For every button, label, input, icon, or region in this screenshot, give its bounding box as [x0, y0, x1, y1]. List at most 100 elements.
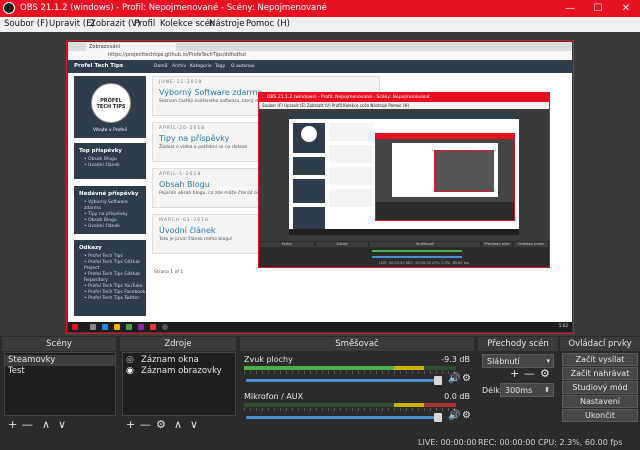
- mixer-channel-name: Mikrofon / AUX: [244, 392, 304, 401]
- source-down-button[interactable]: ∨: [190, 419, 198, 431]
- windows-taskbar: 5:02: [68, 322, 572, 332]
- spin-arrows-icon[interactable]: ⬍: [544, 384, 550, 397]
- speaker-icon[interactable]: 🔊: [448, 373, 460, 384]
- transitions-header: Přechody scén: [478, 337, 558, 351]
- mixer-volume-fill: [246, 416, 434, 419]
- mixer-volume-slider[interactable]: [246, 413, 442, 422]
- window-titlebar: OBS 21.1.2 (windows) - Profil: Nepojmeno…: [0, 0, 640, 17]
- source-up-button[interactable]: ∧: [174, 419, 182, 431]
- transition-select[interactable]: Slábnutí ▾: [482, 354, 554, 368]
- source-item[interactable]: ◎ Záznam okna: [123, 355, 235, 366]
- nested-dock-header: Přechody scén: [482, 242, 512, 247]
- taskbar-app-icon: [138, 324, 144, 330]
- post-excerpt: Žádost o videa a potřební se na doteze: [159, 145, 248, 150]
- post-title: Tipy na příspěvky: [159, 134, 230, 143]
- remove-transition-button[interactable]: —: [524, 368, 535, 380]
- studio-mode-button[interactable]: Studiový mód: [562, 381, 638, 394]
- blog-links-title: Odkazy: [79, 245, 102, 251]
- cpu-status: CPU: 2.3%, 60.00 fps: [538, 438, 623, 447]
- exit-button[interactable]: Ukončit: [562, 409, 638, 422]
- blog-brand: Profel Tech Tips: [74, 63, 124, 69]
- add-scene-button[interactable]: +: [8, 419, 17, 431]
- blog-top-post: Obsah Blogu: [88, 157, 117, 162]
- menu-file[interactable]: Soubor (F): [4, 19, 48, 29]
- maximize-button[interactable]: ☐: [584, 0, 612, 17]
- mixer-volume-fill: [246, 379, 434, 382]
- gear-icon[interactable]: ⚙: [462, 373, 471, 384]
- mixer-scale: [244, 408, 456, 411]
- blog-top-post: Úvodní článek: [88, 163, 120, 168]
- blog-logo-card: PROFEL TECH TIPS Vítejte v Profeli: [74, 76, 146, 138]
- nested-preview: [259, 109, 549, 241]
- scene-item[interactable]: Test: [5, 366, 115, 377]
- taskbar-app-icon: [102, 324, 108, 330]
- blog-links-card: Odkazy • Profel Tech Tips • Profel Tech …: [74, 240, 146, 316]
- remove-scene-button[interactable]: —: [22, 419, 33, 431]
- mixer-scale: [244, 371, 456, 374]
- add-source-button[interactable]: +: [126, 419, 135, 431]
- blog-link: Profel Tech Tips GitHub Repository: [84, 272, 140, 283]
- browser-tab: Zobrazování: [86, 43, 176, 51]
- menu-edit[interactable]: Upravit (E): [49, 19, 95, 29]
- mixer-channel-db: 0.0 dB: [444, 392, 470, 401]
- taskbar-app-icon: [126, 324, 132, 330]
- post-excerpt: Toto je první článek mého blogu!: [159, 237, 233, 242]
- sources-list[interactable]: ◎ Záznam okna ◉ Záznam obrazovky: [122, 352, 236, 416]
- window-title: OBS 21.1.2 (windows) - Profil: Nepojmeno…: [20, 3, 327, 13]
- transition-select-value: Slábnutí: [487, 357, 520, 366]
- eye-slashed-icon[interactable]: ◎: [126, 355, 134, 366]
- start-streaming-button[interactable]: Začít vysílat: [562, 353, 638, 366]
- start-recording-button[interactable]: Začít nahrávat: [562, 367, 638, 380]
- scene-down-button[interactable]: ∨: [58, 419, 66, 431]
- gear-icon[interactable]: ⚙: [462, 410, 471, 421]
- minimize-button[interactable]: —: [556, 0, 584, 17]
- menu-tools[interactable]: Nástroje: [209, 19, 244, 29]
- blog-top-posts-card: Top příspěvky • Obsah Blogu • Úvodní člá…: [74, 143, 146, 179]
- source-settings-button[interactable]: ⚙: [156, 419, 166, 431]
- blog-link: Profel Tech Tips: [88, 254, 123, 259]
- mixer-volume-knob[interactable]: [434, 376, 442, 385]
- post-title: Výborný Software zdarma: [159, 88, 263, 97]
- menu-help[interactable]: Pomoc (H): [246, 19, 290, 29]
- transitions-dock: Přechody scén Slábnutí ▾ + — ⚙ Délka 300…: [478, 337, 558, 435]
- scenes-dock: Scény Steamovky Test + — ∧ ∨: [2, 337, 116, 435]
- blog-recent-post: Výborný Software zdarma: [84, 200, 128, 211]
- menu-view[interactable]: Zobrazit (V): [90, 19, 140, 29]
- blog-link: Profel Tech Tips YouTube: [88, 284, 143, 289]
- controls-dock: Ovládací prvky Začít vysílat Začít nahrá…: [560, 337, 640, 435]
- browser-tab-strip: Zobrazování: [68, 42, 572, 51]
- blog-recent-post: Tipy na příspěvky: [88, 212, 128, 217]
- transition-settings-button[interactable]: ⚙: [540, 368, 550, 380]
- scene-item[interactable]: Steamovky: [5, 355, 115, 366]
- blog-recent-card: Nedávné příspěvky • Výborný Software zda…: [74, 186, 146, 234]
- blog-recent-post: Obsah Blogu: [88, 218, 117, 223]
- taskbar-obs-icon: [162, 324, 168, 330]
- eye-icon[interactable]: ◉: [126, 366, 134, 377]
- mixer-meter-fill: [244, 366, 394, 370]
- mixer-volume-knob[interactable]: [434, 413, 442, 422]
- scene-up-button[interactable]: ∧: [42, 419, 50, 431]
- post-title: Úvodní článek: [159, 226, 216, 235]
- menu-profile[interactable]: Profil: [134, 19, 155, 29]
- add-transition-button[interactable]: +: [510, 368, 519, 380]
- blog-nav-item: Domů: [154, 64, 168, 69]
- menu-scene-collection[interactable]: Kolekce scén: [160, 19, 215, 29]
- taskbar-clock: 5:02: [559, 323, 568, 328]
- preview-area[interactable]: Zobrazování https://projecttechtips.gith…: [0, 32, 640, 336]
- duration-spinbox[interactable]: 300ms ⬍: [500, 383, 554, 397]
- blog-recent-post: Úvodní článek: [88, 224, 120, 229]
- nested-title: OBS 21.1.2 (windows) - Profil: Nepojmeno…: [259, 93, 549, 102]
- settings-button[interactable]: Nastavení: [562, 395, 638, 408]
- speaker-icon[interactable]: 🔊: [448, 410, 460, 421]
- nested-dock-header: Scény: [260, 242, 314, 247]
- close-button[interactable]: ✕: [612, 0, 640, 17]
- scenes-list[interactable]: Steamovky Test: [4, 352, 116, 416]
- remove-source-button[interactable]: —: [140, 419, 151, 431]
- source-item[interactable]: ◉ Záznam obrazovky: [123, 366, 235, 377]
- rec-timer: REC: 00:00:00: [478, 438, 536, 447]
- mixer-volume-slider[interactable]: [246, 376, 442, 385]
- nested-status: LIVE: 00:00:00 REC: 00:00:00 CPU: 2.3%, …: [259, 261, 549, 267]
- blog-logo-text: PROFEL TECH TIPS: [96, 98, 126, 110]
- blog-nav-item: Kategorie: [190, 64, 212, 69]
- blog-logo: PROFEL TECH TIPS: [91, 83, 131, 123]
